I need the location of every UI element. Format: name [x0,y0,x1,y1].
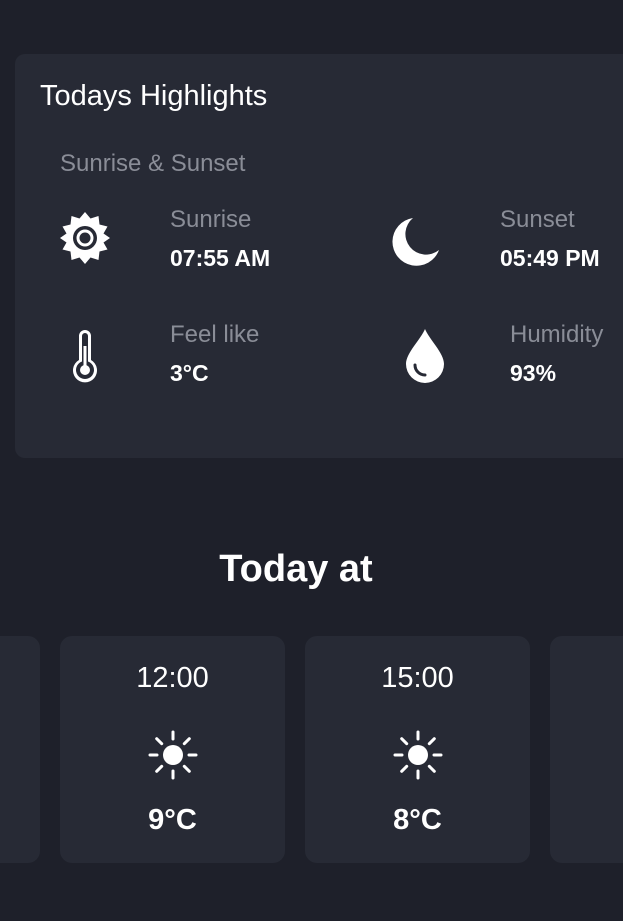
feel-like-metric: Feel like 3°C [170,321,259,387]
forecast-temp: 8°C [393,804,442,836]
forecast-card-partial-right[interactable] [550,636,623,863]
sunrise-value: 07:55 AM [170,245,271,271]
sun-icon [148,730,198,780]
humidity-metric: Humidity 93% [510,321,603,387]
moon-icon [392,218,439,266]
sunrise-sunset-label: Sunrise & Sunset [60,150,246,177]
sunrise-metric: Sunrise 07:55 AM [170,206,270,272]
sunset-value: 05:49 PM [500,245,600,271]
sunset-label: Sunset [500,206,575,233]
sun-icon [60,212,110,264]
forecast-card-partial-left[interactable] [0,636,40,863]
sunset-metric: Sunset 05:49 PM [500,206,600,272]
sun-icon [393,730,443,780]
forecast-card[interactable]: 12:00 9°C [60,636,285,863]
droplet-icon [406,329,444,383]
today-at-title: Today at [219,548,373,590]
highlights-card: Todays Highlights Sunrise & Sunset Sunri… [15,54,623,458]
forecast-time: 12:00 [136,662,209,694]
forecast-card[interactable]: 15:00 8°C [305,636,530,863]
weather-page: Todays Highlights Sunrise & Sunset Sunri… [0,0,623,921]
feel-like-label: Feel like [170,321,260,348]
forecast-time: 15:00 [381,662,454,694]
feel-like-value: 3°C [170,360,209,386]
humidity-label: Humidity [510,321,604,348]
highlights-title: Todays Highlights [40,80,268,112]
sunrise-label: Sunrise [170,206,252,233]
thermometer-icon [73,330,97,383]
humidity-value: 93% [510,360,557,386]
forecast-temp: 9°C [148,804,197,836]
